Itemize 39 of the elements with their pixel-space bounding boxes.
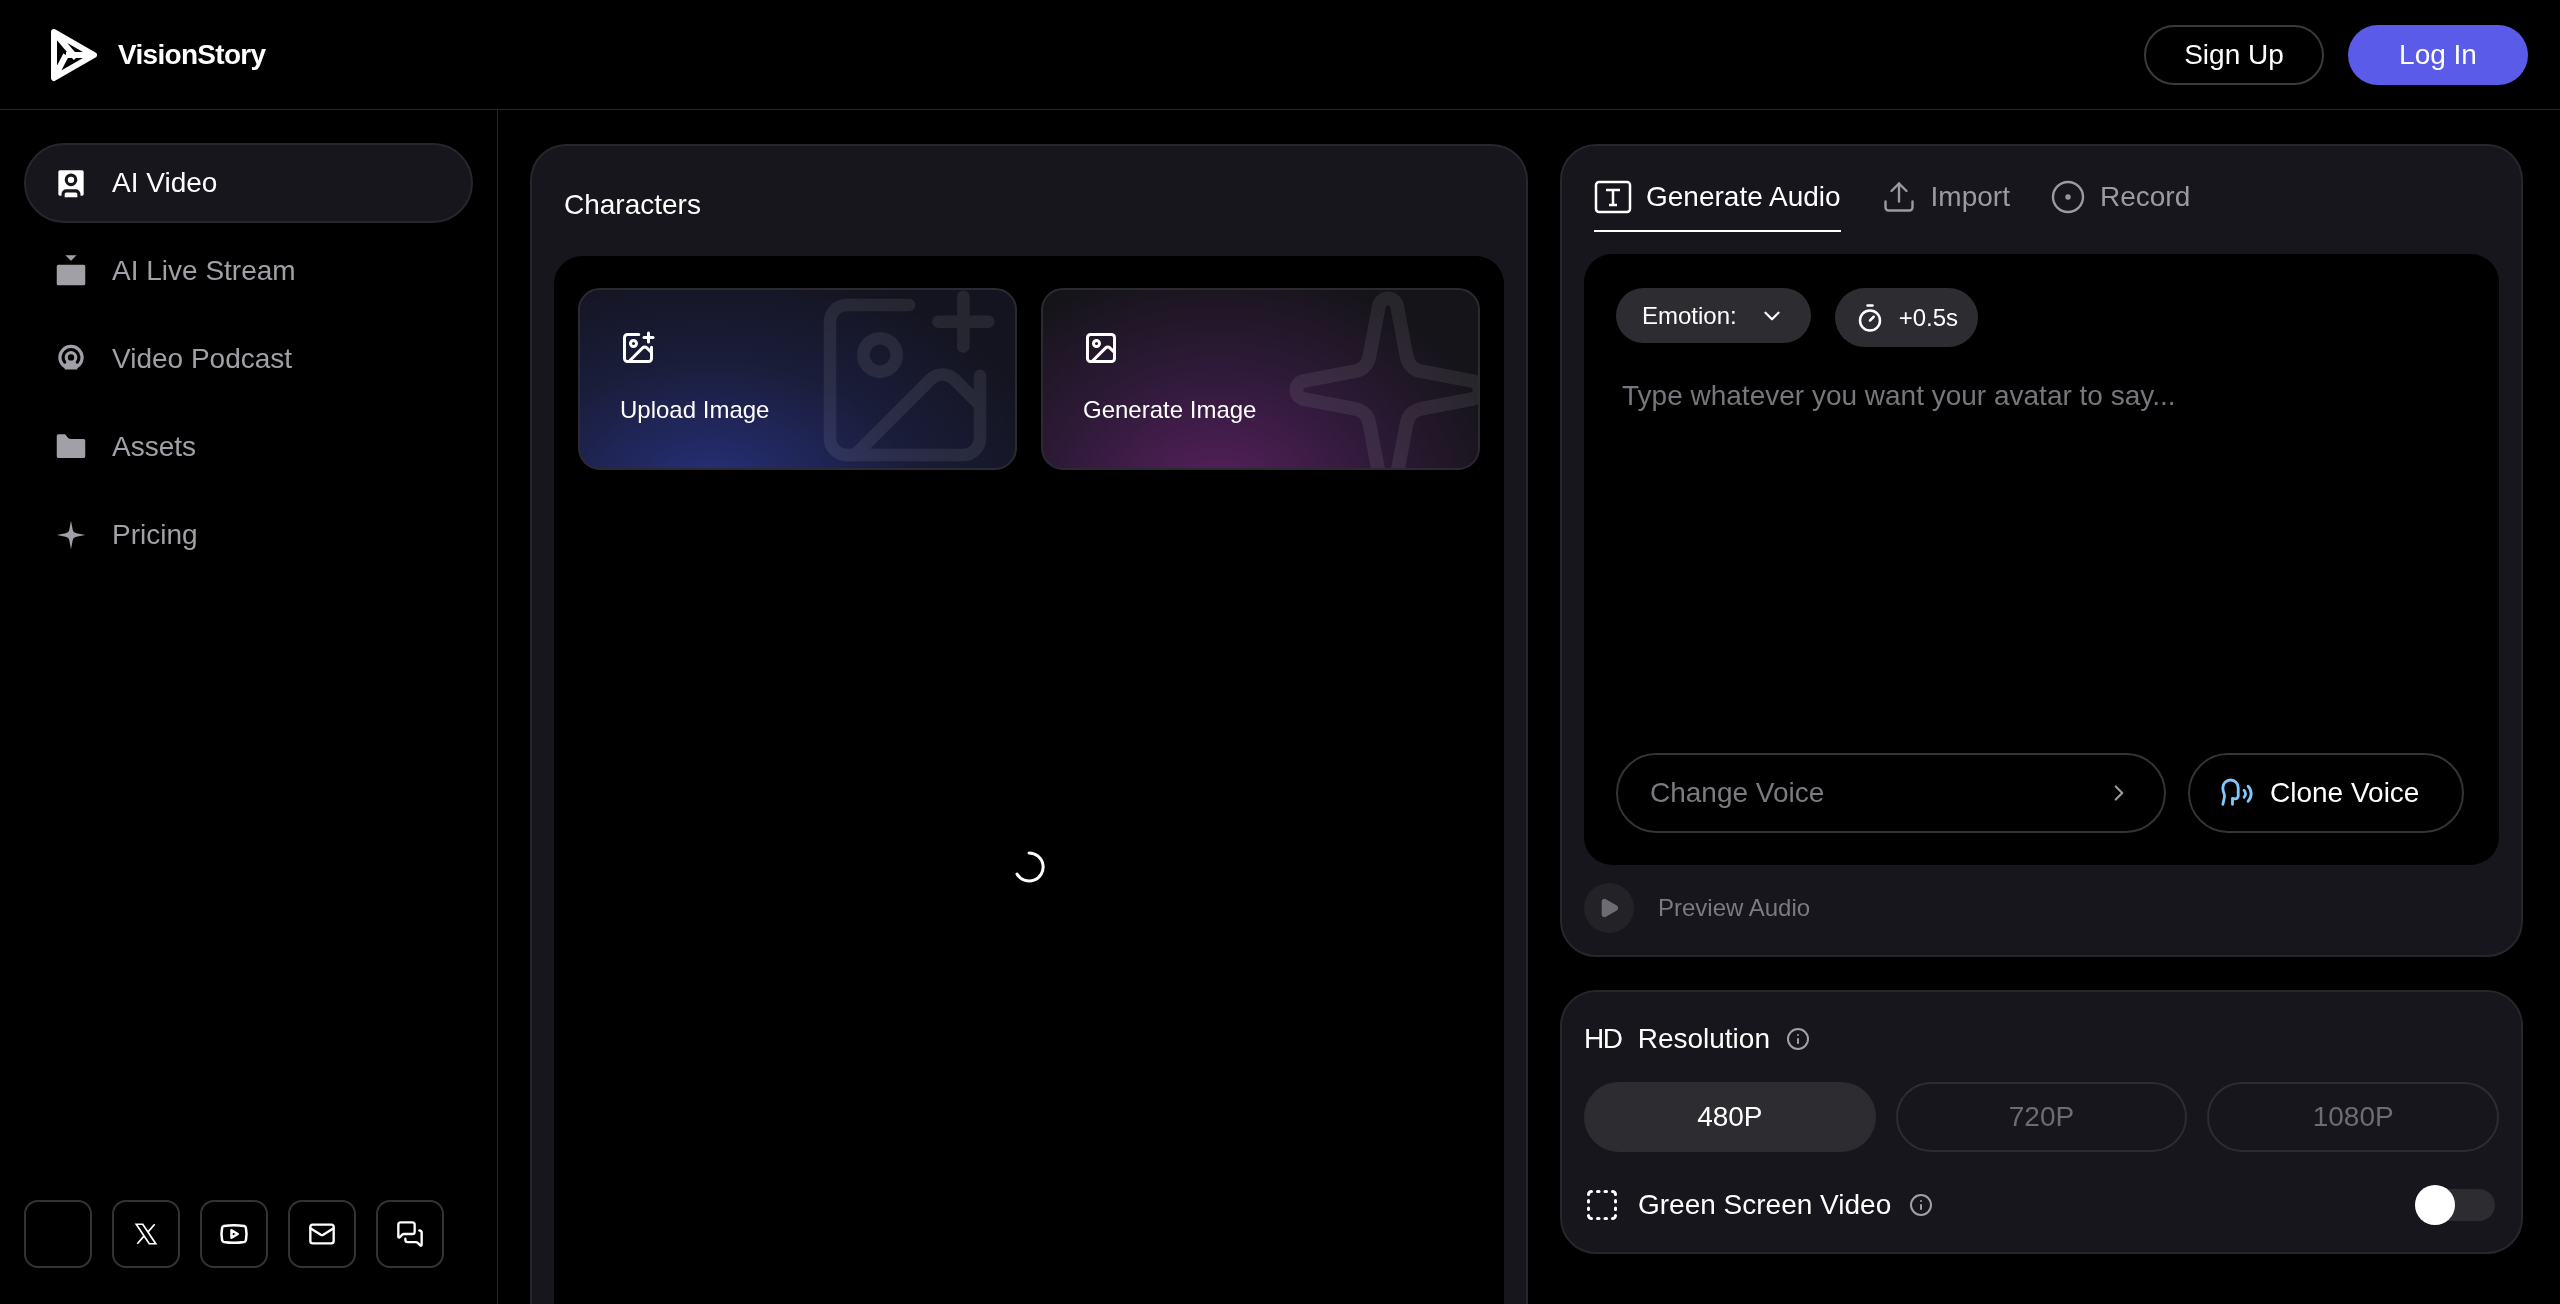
sidebar-item[interactable]: Video Podcast bbox=[24, 319, 473, 399]
social-button[interactable] bbox=[288, 1200, 356, 1268]
x-logo-icon bbox=[133, 1221, 159, 1247]
social-button[interactable] bbox=[200, 1200, 268, 1268]
hd-label: HD bbox=[1584, 1022, 1622, 1056]
info-icon bbox=[1785, 1027, 1810, 1051]
audio-tab[interactable]: Import bbox=[1880, 176, 2010, 232]
login-button[interactable]: Log In bbox=[2348, 24, 2528, 85]
sidebar-item[interactable]: Assets bbox=[24, 407, 473, 487]
audio-tab[interactable]: Record bbox=[2049, 176, 2191, 232]
panel-title: Characters bbox=[563, 188, 702, 222]
text-icon bbox=[1594, 180, 1632, 214]
clone-voice-button[interactable]: Clone Voice bbox=[2188, 753, 2464, 833]
help-chat-icon bbox=[396, 1220, 424, 1248]
preview-audio-label: Preview Audio bbox=[1658, 893, 1811, 923]
generate-image-card[interactable]: Generate Image bbox=[1041, 288, 1480, 470]
image-plus-icon bbox=[620, 330, 656, 366]
sidebar-item[interactable]: AI Live Stream bbox=[24, 231, 473, 311]
sidebar-item[interactable]: Pricing bbox=[24, 495, 473, 575]
emotion-dropdown[interactable]: Emotion: bbox=[1616, 288, 1811, 343]
brand-name: VisionStory bbox=[118, 37, 266, 72]
change-voice-button[interactable]: Change Voice bbox=[1616, 753, 2166, 833]
script-editor[interactable]: Emotion: +0.5s Type whatever you want your avatar to say... Change Voice Clone Voice bbox=[1584, 254, 2499, 865]
sidebar-item[interactable]: AI Video bbox=[24, 143, 473, 223]
social-button[interactable] bbox=[376, 1200, 444, 1268]
video-option-label: Green Screen Video bbox=[1638, 1188, 1892, 1222]
resolution-label: Resolution bbox=[1637, 1022, 1770, 1056]
script-input[interactable]: Type whatever you want your avatar to say... bbox=[1616, 375, 2467, 753]
signup-button[interactable]: Sign Up bbox=[2144, 24, 2324, 85]
upload-image-card[interactable]: Upload Image bbox=[578, 288, 1017, 470]
social-button[interactable] bbox=[112, 1200, 180, 1268]
resolution-option[interactable]: 480P bbox=[1584, 1082, 1876, 1152]
image-icon bbox=[1083, 330, 1119, 366]
audio-tab[interactable]: Generate Audio bbox=[1594, 176, 1841, 232]
pause-button[interactable]: +0.5s bbox=[1834, 288, 1979, 347]
preview-play-button[interactable] bbox=[1584, 883, 1634, 933]
record-icon bbox=[2049, 179, 2086, 215]
info-icon bbox=[1909, 1193, 1934, 1217]
brand-logo-icon bbox=[50, 27, 98, 82]
